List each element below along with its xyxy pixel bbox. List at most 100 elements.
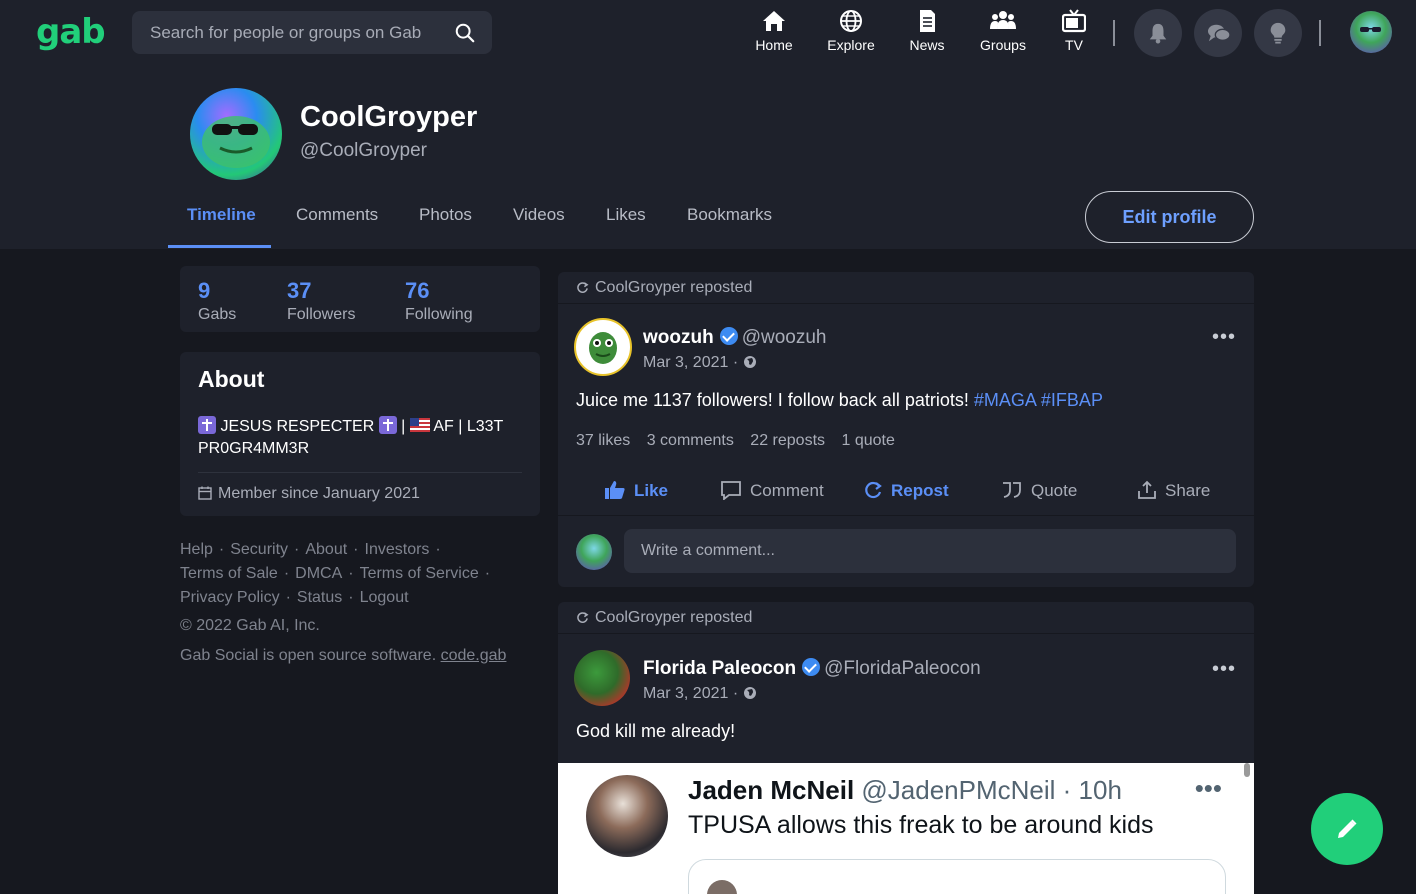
notifications-button[interactable] [1134,9,1182,57]
embed-avatar [586,775,668,857]
footer-link-logout[interactable]: Logout [360,589,409,606]
repost-label: CoolGroyper reposted [595,609,753,626]
nav-tv[interactable]: TV [1039,8,1109,60]
search-placeholder[interactable]: Search for people or groups on Gab [150,23,421,43]
commenter-avatar [576,534,612,570]
gab-logo[interactable]: gab [36,12,106,52]
nav-divider-2 [1319,20,1321,46]
lightbulb-icon [1270,22,1286,44]
author-avatar[interactable] [574,650,630,706]
stat-gabs[interactable]: 9 Gabs [198,278,236,324]
repost-icon [577,282,589,293]
tab-timeline[interactable]: Timeline [187,205,256,225]
us-flag-icon [409,418,430,432]
stat-following[interactable]: 76 Following [405,278,473,324]
groups-icon [990,11,1016,29]
stat-followers[interactable]: 37 Followers [287,278,355,324]
author-handle[interactable]: @woozuh [742,327,827,348]
profile-display-name: CoolGroyper [300,101,478,133]
footer-link-terms-of-sale[interactable]: Terms of Sale [180,565,278,582]
account-avatar[interactable] [1350,11,1392,53]
compose-button[interactable] [1311,793,1383,865]
author-handle[interactable]: @FloridaPaleocon [824,658,981,679]
search-bar[interactable]: Search for people or groups on Gab [132,11,492,54]
repost-button[interactable]: Repost [863,480,949,501]
tab-comments[interactable]: Comments [296,205,378,225]
profile-avatar-image [202,116,270,168]
embed-author-handle: @JadenPMcNeil · 10h [861,775,1122,805]
author-name[interactable]: Florida Paleocon [643,658,796,679]
embed-quoted-tweet [688,859,1226,894]
chat-button[interactable] [1194,9,1242,57]
likes-count[interactable]: 37 likes [576,432,630,449]
embed-quote-avatar [707,880,737,894]
footer-link-help[interactable]: Help [180,541,213,558]
profile-bio: JESUS RESPECTER | AF | L33T PR0GR4MM3R [198,416,528,460]
tab-bookmarks[interactable]: Bookmarks [687,205,772,225]
member-since: Member since January 2021 [198,485,420,503]
post-actions: Like Comment Repost Quote Share [558,468,1254,516]
bio-separator: | [401,418,406,435]
footer-link-privacy-policy[interactable]: Privacy Policy [180,589,280,606]
about-title: About [198,366,265,392]
author-name[interactable]: woozuh [643,327,714,348]
like-button[interactable]: Like [604,480,668,501]
author-name-line: woozuh @woozuh [643,327,826,349]
ideas-button[interactable] [1254,9,1302,57]
embed-scrollbar [1244,763,1250,777]
footer-link-about[interactable]: About [305,541,347,558]
globe-small-icon [743,356,756,368]
code-gab-link[interactable]: code.gab [441,647,507,664]
post-meta: Mar 3, 2021 · [643,685,757,703]
quote-icon [1003,482,1021,498]
post-text: God kill me already! [576,721,735,742]
hashtag-link[interactable]: #MAGA [974,390,1036,410]
newspaper-icon [920,10,935,32]
pencil-icon [1338,819,1357,838]
comment-button[interactable]: Comment [720,480,824,501]
post-options-button[interactable]: ••• [1212,326,1236,349]
nav-news[interactable]: News [892,8,962,60]
profile-avatar[interactable] [190,88,282,180]
embed-author-name: Jaden McNeil [688,775,855,805]
comment-input[interactable] [624,529,1236,573]
quotes-count[interactable]: 1 quote [841,432,894,449]
comments-count[interactable]: 3 comments [647,432,734,449]
nav-groups[interactable]: Groups [968,8,1038,60]
chat-icon [1208,24,1231,42]
verified-icon [719,327,738,345]
footer-link-investors[interactable]: Investors [365,541,430,558]
search-icon[interactable] [454,22,476,44]
nav-home-label: Home [755,37,793,53]
post-date[interactable]: Mar 3, 2021 [643,685,728,702]
footer-link-security[interactable]: Security [230,541,288,558]
footer-links: Help · Security · About · Investors · Terms of … [180,541,491,606]
author-avatar[interactable] [574,318,632,376]
post-date[interactable]: Mar 3, 2021 [643,354,728,371]
post-options-button[interactable]: ••• [1212,658,1236,681]
repost-label: CoolGroyper reposted [595,279,753,296]
post-counts: 37 likes 3 comments 22 reposts 1 quote [576,432,907,450]
stat-followers-label: Followers [287,306,356,323]
like-label: Like [634,481,669,500]
nav-explore[interactable]: Explore [816,8,886,60]
top-navigation-bar: gab Search for people or groups on Gab H… [0,0,1416,68]
member-since-text: Member since January 2021 [218,485,420,502]
quote-button[interactable]: Quote [1001,480,1077,501]
bell-icon [1149,23,1167,44]
hashtag-link[interactable]: #IFBAP [1041,390,1103,410]
reposts-count[interactable]: 22 reposts [750,432,825,449]
share-button[interactable]: Share [1137,480,1210,501]
nav-home[interactable]: Home [739,8,809,60]
quote-label: Quote [1031,481,1078,500]
footer-link-dmca[interactable]: DMCA [295,565,342,582]
tab-likes[interactable]: Likes [606,205,646,225]
edit-profile-button[interactable]: Edit profile [1085,191,1254,243]
footer-link-status[interactable]: Status [297,589,342,606]
embed-author: Jaden McNeil @JadenPMcNeil · 10h [688,775,1122,806]
tab-videos[interactable]: Videos [513,205,565,225]
tab-photos[interactable]: Photos [419,205,472,225]
post-image[interactable]: Jaden McNeil @JadenPMcNeil · 10h ••• TPU… [558,763,1254,894]
footer-link-terms-of-service[interactable]: Terms of Service [360,565,479,582]
stat-following-count: 76 [405,278,430,303]
